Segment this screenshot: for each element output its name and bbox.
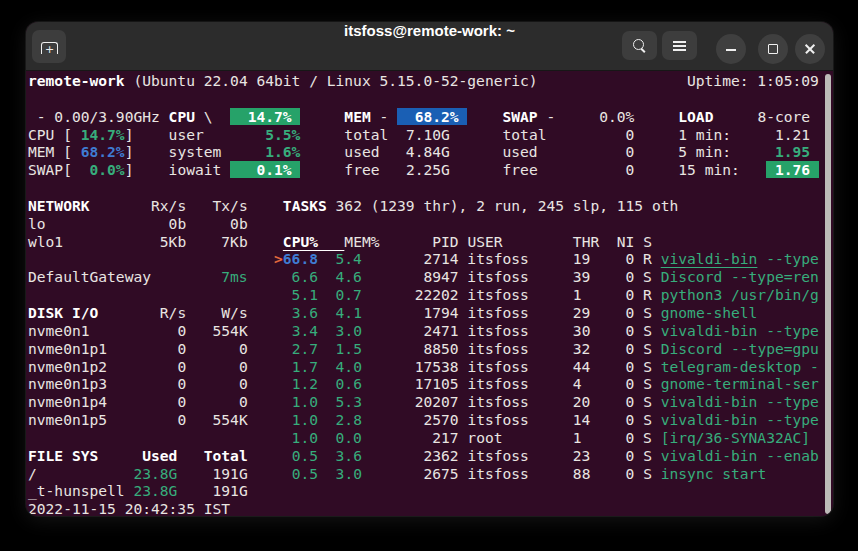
- terminal-line: >66.8 5.4 2714 itsfoss 19 0 R vivaldi-bi…: [28, 250, 833, 268]
- window-title: itsfoss@remote-work: ~: [26, 22, 833, 70]
- scrollbar[interactable]: [825, 74, 831, 514]
- search-icon: [633, 39, 644, 50]
- terminal-line: lo 0b 0b: [28, 215, 833, 233]
- menu-button[interactable]: [662, 31, 697, 60]
- terminal-line: MEM [ 68.2%] system 1.6% used 4.84G used…: [28, 143, 833, 161]
- terminal-line: nvme0n1p3 0 0 1.2 0.6 17105 itsfoss 4 0 …: [28, 375, 833, 393]
- terminal-line: nvme0n1p1 0 0 2.7 1.5 8850 itsfoss 32 0 …: [28, 340, 833, 358]
- terminal-line: nvme0n1p4 0 0 1.0 5.3 20207 itsfoss 20 0…: [28, 393, 833, 411]
- terminal-line: SWAP[ 0.0%] iowait 0.1% free 2.25G free …: [28, 161, 833, 179]
- terminal-line: [28, 90, 833, 108]
- search-button[interactable]: [622, 31, 657, 60]
- terminal-line: [28, 179, 833, 197]
- terminal-line: - 0.00/3.90GHz CPU \ 14.7% MEM - 68.2% S…: [28, 108, 833, 126]
- terminal-line: 5.1 0.7 22202 itsfoss 1 0 R python3 /usr…: [28, 286, 833, 304]
- terminal-line: nvme0n1 0 554K 3.4 3.0 2471 itsfoss 30 0…: [28, 322, 833, 340]
- terminal-line: 1.0 0.0 217 root 1 0 S [irq/36-SYNA32AC]: [28, 429, 833, 447]
- terminal-line: CPU [ 14.7%] user 5.5% total 7.10G total…: [28, 126, 833, 144]
- terminal-screen: remote-work (Ubuntu 22.04 64bit / Linux …: [26, 71, 833, 516]
- terminal-window: itsfoss@remote-work: ~ remote-work (Ubun…: [26, 22, 833, 516]
- terminal-line: 2022-11-15 20:42:35 IST: [28, 500, 833, 516]
- terminal-line: DISK I/O R/s W/s 3.6 4.1 1794 itsfoss 29…: [28, 304, 833, 322]
- terminal-content[interactable]: remote-work (Ubuntu 22.04 64bit / Linux …: [26, 71, 833, 516]
- minimize-button[interactable]: [716, 34, 746, 64]
- terminal-line: _t-hunspell 23.8G 191G: [28, 482, 833, 500]
- terminal-line: remote-work (Ubuntu 22.04 64bit / Linux …: [28, 72, 833, 90]
- terminal-line: nvme0n1p2 0 0 1.7 4.0 17538 itsfoss 44 0…: [28, 358, 833, 376]
- maximize-icon: [768, 44, 778, 54]
- terminal-line: DefaultGateway 7ms 6.6 4.6 8947 itsfoss …: [28, 268, 833, 286]
- terminal-line: nvme0n1p5 0 554K 1.0 2.8 2570 itsfoss 14…: [28, 411, 833, 429]
- terminal-line: FILE SYS Used Total 0.5 3.6 2362 itsfoss…: [28, 447, 833, 465]
- terminal-line: wlo1 5Kb 7Kb CPU% MEM% PID USER THR NI S: [28, 233, 833, 251]
- minimize-icon: [726, 49, 736, 51]
- maximize-button[interactable]: [758, 34, 788, 64]
- hamburger-menu-icon: [673, 41, 686, 43]
- titlebar[interactable]: itsfoss@remote-work: ~: [26, 22, 833, 71]
- terminal-line: / 23.8G 191G 0.5 3.0 2675 itsfoss 88 0 S…: [28, 465, 833, 483]
- close-button[interactable]: [795, 34, 825, 64]
- terminal-line: NETWORK Rx/s Tx/s TASKS 362 (1239 thr), …: [28, 197, 833, 215]
